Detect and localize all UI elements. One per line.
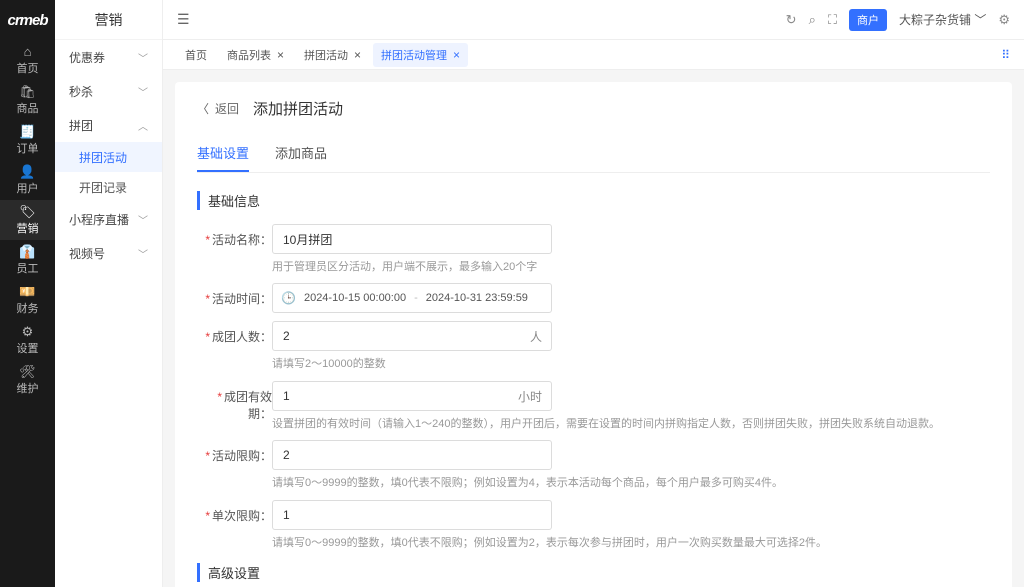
chevron-up-icon: ︿ — [138, 118, 148, 133]
tab-group-manage[interactable]: 拼团活动管理× — [373, 43, 468, 67]
date-range-picker[interactable]: 🕒 2024-10-15 00:00:00 - 2024-10-31 23:59… — [272, 283, 552, 313]
nav-finance[interactable]: 💴财务 — [0, 280, 55, 320]
hamburger-icon[interactable]: ☰ — [177, 11, 190, 28]
search-icon[interactable]: ⌕ — [809, 12, 816, 28]
input-onelimit[interactable] — [272, 500, 552, 530]
chevron-down-icon: ﹀ — [138, 212, 148, 227]
nav-product[interactable]: 🛍商品 — [0, 80, 55, 120]
date-start: 2024-10-15 00:00:00 — [304, 292, 406, 304]
section-basic: 基础信息 — [197, 191, 990, 210]
back-button[interactable]: 〈返回 — [197, 100, 239, 117]
close-icon[interactable]: × — [277, 48, 284, 62]
hint-valid: 设置拼团的有效时间（请输入1～240的整数），用户开团后，需要在设置的时间内拼购… — [272, 417, 952, 432]
main-area: ☰ ↻ ⌕ ⛶ 商户 大粽子杂货铺 ﹀ ⚙ 首页 商品列表× 拼团活动× 拼团活… — [163, 0, 1024, 587]
nav-user[interactable]: 👤用户 — [0, 160, 55, 200]
input-people[interactable] — [272, 321, 552, 351]
marketing-icon: 🏷 — [19, 205, 36, 218]
chevron-down-icon: ﹀ — [138, 246, 148, 261]
label-actlimit: 活动限购： — [197, 440, 272, 464]
user-icon: 👤 — [19, 165, 35, 178]
input-valid[interactable] — [272, 381, 552, 411]
menu-group-activity[interactable]: 拼团活动 — [55, 142, 162, 172]
content: 〈返回 添加拼团活动 基础设置 添加商品 基础信息 活动名称： 用于管理员区分活… — [163, 70, 1024, 587]
sidebar-sub: 营销 优惠券﹀ 秒杀﹀ 拼团︿ 拼团活动 开团记录 小程序直播﹀ 视频号﹀ — [55, 0, 163, 587]
nav-staff[interactable]: 👔员工 — [0, 240, 55, 280]
nav-home[interactable]: ⌂首页 — [0, 40, 55, 80]
menu-live[interactable]: 小程序直播﹀ — [55, 202, 162, 236]
refresh-icon[interactable]: ↻ — [786, 12, 797, 28]
nav-settings[interactable]: ⚙设置 — [0, 320, 55, 360]
sub-title: 营销 — [55, 0, 162, 40]
date-end: 2024-10-31 23:59:59 — [426, 292, 528, 304]
sidebar-main: crmeb ⌂首页 🛍商品 🧾订单 👤用户 🏷营销 👔员工 💴财务 ⚙设置 🛠维… — [0, 0, 55, 587]
finance-icon: 💴 — [19, 285, 35, 298]
topbar: ☰ ↻ ⌕ ⛶ 商户 大粽子杂货铺 ﹀ ⚙ — [163, 0, 1024, 40]
itab-basic[interactable]: 基础设置 — [197, 135, 249, 172]
label-people: 成团人数： — [197, 321, 272, 345]
inner-tabs: 基础设置 添加商品 — [197, 135, 990, 173]
clock-icon: 🕒 — [281, 291, 296, 305]
home-icon: ⌂ — [24, 45, 32, 58]
label-name: 活动名称： — [197, 224, 272, 248]
settings-icon: ⚙ — [22, 325, 34, 338]
menu-video[interactable]: 视频号﹀ — [55, 236, 162, 270]
shop-dropdown[interactable]: 大粽子杂货铺 ﹀ — [899, 11, 986, 28]
chevron-left-icon: 〈 — [197, 100, 209, 117]
order-icon: 🧾 — [19, 125, 35, 138]
label-time: 活动时间： — [197, 283, 272, 307]
menu-coupon[interactable]: 优惠券﹀ — [55, 40, 162, 74]
breadcrumb: 〈返回 添加拼团活动 — [197, 98, 990, 119]
chevron-down-icon: ﹀ — [138, 84, 148, 99]
merchant-badge[interactable]: 商户 — [849, 9, 887, 31]
chevron-down-icon: ﹀ — [138, 50, 148, 65]
menu-group[interactable]: 拼团︿ — [55, 108, 162, 142]
nav-order[interactable]: 🧾订单 — [0, 120, 55, 160]
close-icon[interactable]: × — [354, 48, 361, 62]
tab-group-activity[interactable]: 拼团活动× — [296, 43, 369, 67]
itab-add-product[interactable]: 添加商品 — [275, 135, 327, 172]
card: 〈返回 添加拼团活动 基础设置 添加商品 基础信息 活动名称： 用于管理员区分活… — [175, 82, 1012, 587]
menu-seckill[interactable]: 秒杀﹀ — [55, 74, 162, 108]
fullscreen-icon[interactable]: ⛶ — [828, 12, 837, 28]
chevron-down-icon: ﹀ — [974, 13, 986, 27]
product-icon: 🛍 — [19, 85, 36, 98]
tab-home[interactable]: 首页 — [177, 43, 215, 67]
staff-icon: 👔 — [19, 245, 35, 258]
label-onelimit: 单次限购： — [197, 500, 272, 524]
label-valid: 成团有效期： — [197, 381, 272, 422]
tabs-bar: 首页 商品列表× 拼团活动× 拼团活动管理× ⠿ — [163, 40, 1024, 70]
hint-actlimit: 请填写0～9999的整数，填0代表不限购；例如设置为4，表示本活动每个商品，每个… — [272, 476, 952, 491]
nav-maintain[interactable]: 🛠维护 — [0, 360, 55, 400]
hint-onelimit: 请填写0～9999的整数，填0代表不限购；例如设置为2，表示每次参与拼团时，用户… — [272, 536, 952, 551]
nav-marketing[interactable]: 🏷营销 — [0, 200, 55, 240]
brand-logo: crmeb — [0, 0, 55, 40]
section-advanced: 高级设置 — [197, 563, 990, 582]
input-name[interactable] — [272, 224, 552, 254]
tab-product-list[interactable]: 商品列表× — [219, 43, 292, 67]
menu-group-record[interactable]: 开团记录 — [55, 172, 162, 202]
expand-icon[interactable]: ⠿ — [1001, 48, 1010, 62]
page-title: 添加拼团活动 — [253, 98, 343, 119]
hint-people: 请填写2～10000的整数 — [272, 357, 952, 372]
maintain-icon: 🛠 — [19, 365, 36, 378]
input-actlimit[interactable] — [272, 440, 552, 470]
hint-name: 用于管理员区分活动，用户端不展示，最多输入20个字 — [272, 260, 952, 275]
close-icon[interactable]: × — [453, 48, 460, 62]
gear-icon[interactable]: ⚙ — [998, 12, 1010, 28]
